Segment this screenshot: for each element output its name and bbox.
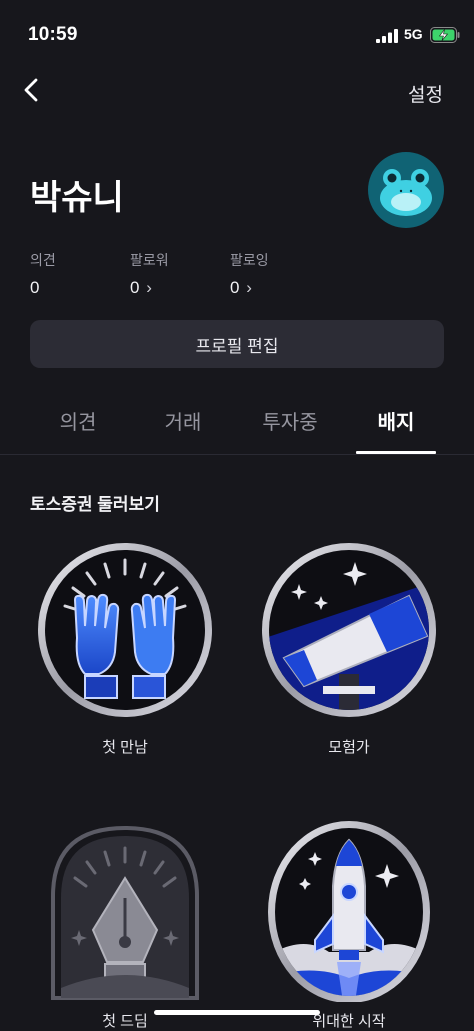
tab-opinions[interactable]: 의견 — [33, 406, 123, 435]
badge-label: 모험가 — [328, 739, 370, 756]
badge-adventurer[interactable]: 모험가 — [259, 540, 439, 760]
badge-first-step[interactable]: 첫 드딤 — [35, 812, 215, 1030]
badge-first-meeting[interactable]: 첫 만남 — [35, 540, 215, 760]
status-bar: 10:59 5G — [0, 0, 474, 68]
badge-great-start[interactable]: 위대한 시작 — [259, 812, 439, 1030]
home-indicator[interactable] — [154, 1010, 320, 1015]
pen-nib-icon — [51, 825, 199, 1000]
chevron-right-icon: › — [246, 278, 252, 297]
back-icon[interactable] — [18, 76, 46, 104]
avatar[interactable] — [368, 152, 444, 228]
battery-charging-icon — [430, 27, 460, 43]
stat-value: 0 — [30, 278, 40, 297]
frog-avatar-icon — [380, 169, 432, 216]
stat-label: 의견 — [30, 252, 56, 268]
section-title: 토스증권 둘러보기 — [30, 495, 160, 514]
stat-value-row: 0 › — [230, 278, 269, 298]
high-five-icon — [38, 543, 212, 717]
profile-name: 박슈니 — [30, 179, 124, 217]
stat-value-row: 0 › — [130, 278, 169, 298]
active-tab-indicator — [356, 451, 436, 454]
stat-value: 0 — [130, 278, 140, 297]
stat-value: 0 — [230, 278, 240, 297]
rocket-icon — [268, 821, 430, 1002]
stat-following[interactable]: 팔로잉 0 › — [230, 250, 269, 298]
nav-bar: 설정 — [0, 68, 474, 114]
chevron-right-icon: › — [146, 278, 152, 297]
tab-investing[interactable]: 투자중 — [245, 406, 335, 435]
settings-button[interactable]: 설정 — [408, 80, 443, 107]
tab-bar: 의견 거래 투자중 배지 — [0, 392, 474, 455]
edit-profile-button[interactable]: 프로필 편집 — [30, 320, 444, 368]
tab-badges[interactable]: 배지 — [351, 406, 441, 435]
stat-label: 팔로잉 — [230, 252, 269, 268]
stat-label: 팔로워 — [130, 252, 169, 268]
network-label: 5G — [404, 26, 423, 42]
stat-opinions: 의견 0 — [30, 250, 56, 298]
telescope-icon — [262, 543, 436, 717]
signal-icon — [376, 29, 398, 43]
badge-label: 첫 만남 — [102, 739, 148, 756]
stat-followers[interactable]: 팔로워 0 › — [130, 250, 169, 298]
tab-trades[interactable]: 거래 — [138, 406, 228, 435]
status-time: 10:59 — [28, 24, 78, 45]
